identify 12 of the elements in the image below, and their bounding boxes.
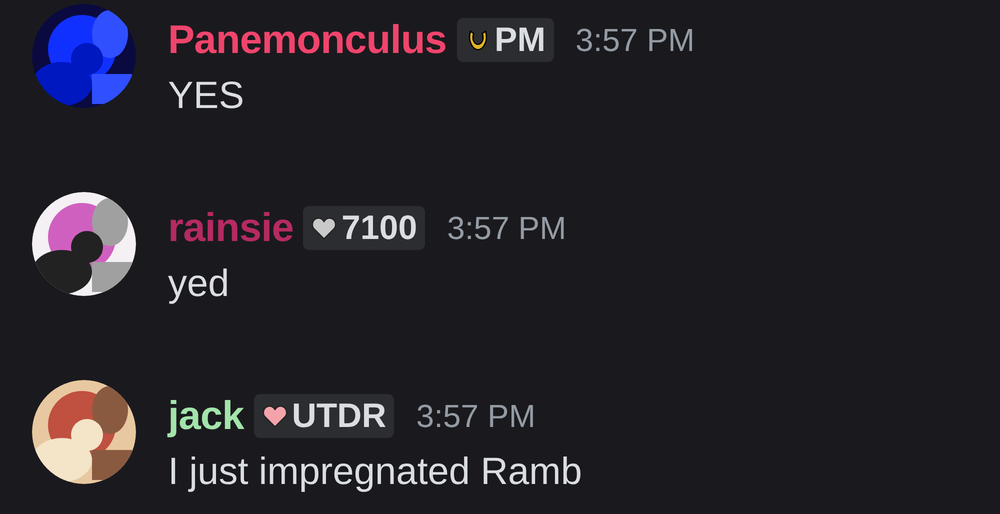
role-tag: 7100 xyxy=(303,206,426,250)
message-text: yed xyxy=(168,262,230,307)
timestamp: 3:57 PM xyxy=(416,397,536,436)
message-text: I just impregnated Ramb xyxy=(168,450,582,495)
timestamp: 3:57 PM xyxy=(576,21,695,60)
username[interactable]: rainsie xyxy=(168,204,294,252)
role-tag: PM xyxy=(456,18,554,62)
username[interactable]: Panemonculus xyxy=(168,16,447,64)
timestamp: 3:57 PM xyxy=(447,209,566,248)
role-tag: UTDR xyxy=(254,394,394,438)
message-text: YES xyxy=(168,74,246,119)
username[interactable]: jack xyxy=(168,392,244,440)
